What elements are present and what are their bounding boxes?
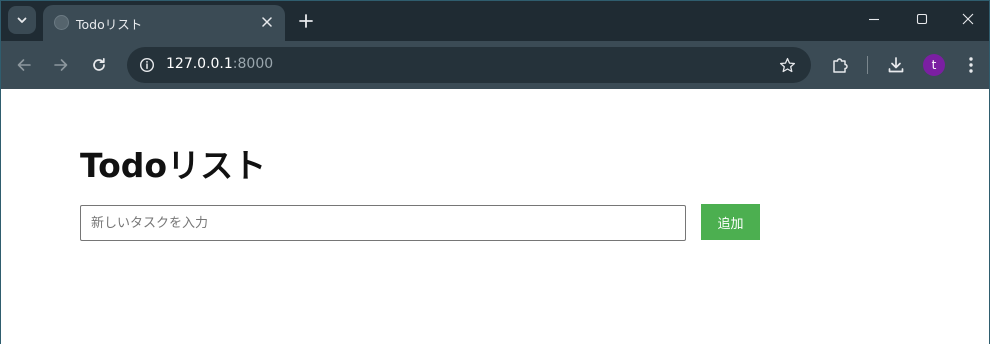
minimize-button[interactable] [851, 1, 897, 37]
minimize-icon [869, 18, 879, 21]
globe-icon [54, 15, 69, 30]
new-tab-button[interactable] [294, 9, 318, 33]
page-title: Todoリスト [80, 146, 267, 185]
forward-button[interactable] [47, 51, 75, 79]
puzzle-icon [833, 58, 848, 73]
tab-search-button[interactable] [8, 6, 36, 34]
toolbar-divider [867, 56, 868, 74]
close-icon [262, 17, 272, 27]
add-task-button[interactable]: 追加 [701, 204, 760, 240]
maximize-icon [916, 13, 928, 25]
tab-title: Todoリスト [76, 17, 143, 32]
url-text: 127.0.0.1:8000 [166, 56, 273, 72]
more-vertical-icon [969, 57, 973, 73]
page-content: Todoリスト 追加 [1, 89, 989, 344]
bookmark-button[interactable] [775, 53, 799, 77]
new-task-input[interactable] [80, 205, 686, 241]
reload-icon [93, 57, 105, 71]
browser-menu-button[interactable] [957, 51, 985, 79]
extensions-button[interactable] [826, 51, 854, 79]
reload-button[interactable] [85, 51, 113, 79]
browser-tabstrip: Todoリスト [1, 1, 989, 41]
site-info-button[interactable] [135, 53, 159, 77]
back-button[interactable] [10, 51, 38, 79]
arrow-left-icon [17, 59, 31, 71]
downloads-button[interactable] [882, 51, 910, 79]
address-bar[interactable]: 127.0.0.1:8000 [127, 47, 811, 83]
url-port: :8000 [232, 56, 274, 72]
browser-tab-active[interactable]: Todoリスト [43, 5, 285, 41]
info-icon [139, 57, 155, 73]
plus-icon [299, 14, 313, 28]
close-icon [962, 13, 974, 25]
chevron-down-icon [17, 17, 27, 23]
download-icon [888, 57, 904, 73]
maximize-button[interactable] [899, 1, 945, 37]
window-close-button[interactable] [945, 1, 990, 37]
star-icon [779, 57, 795, 72]
profile-avatar[interactable]: t [923, 54, 945, 76]
url-host: 127.0.0.1 [166, 56, 233, 72]
arrow-right-icon [54, 59, 68, 71]
tab-close-button[interactable] [257, 12, 277, 32]
browser-toolbar: 127.0.0.1:8000 t [1, 41, 989, 89]
